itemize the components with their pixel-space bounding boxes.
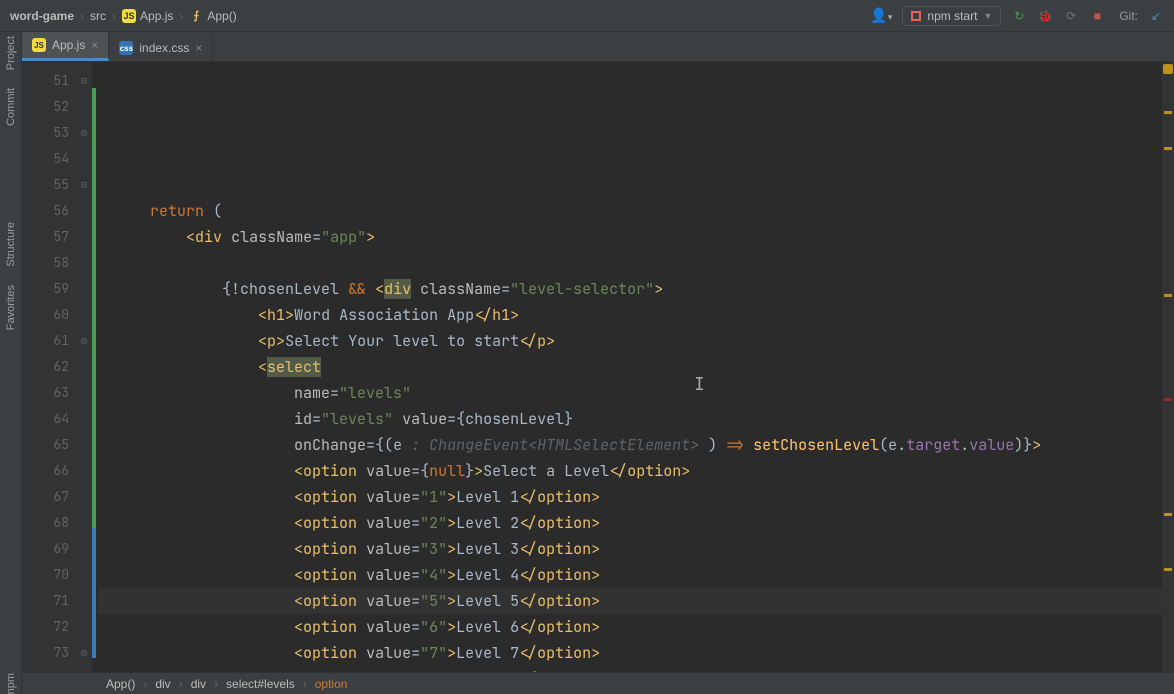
topbar: word-game › src › JS App.js › ⨍ App() 👤▾… [0,0,1174,32]
left-tool-strip: Project Commit Structure Favorites npm [0,32,22,694]
editor-tabs: JS App.js × css index.css × [0,32,1174,62]
close-icon[interactable]: × [195,41,202,55]
tab-app-js[interactable]: JS App.js × [22,32,109,61]
debug-icon[interactable]: 🐞 [1037,9,1053,23]
nav-file[interactable]: JS App.js [122,9,173,23]
bottom-breadcrumb: App()› div› div› select#levels› option [22,672,1174,694]
run-configuration-select[interactable]: npm start ▼ [902,6,1001,26]
js-file-icon: JS [122,9,136,23]
crumb-div2[interactable]: div [191,677,206,691]
add-user-icon[interactable]: 👤▾ [870,7,892,24]
panel-npm[interactable]: npm [5,673,17,694]
stop-icon[interactable]: ■ [1089,9,1105,23]
npm-icon [911,11,921,21]
panel-project[interactable]: Project [5,36,17,70]
nav-function[interactable]: ⨍ App() [189,9,236,23]
nav-folder[interactable]: src [90,9,106,23]
function-icon: ⨍ [189,9,203,23]
close-icon[interactable]: × [91,38,98,52]
css-file-icon: css [119,41,133,55]
panel-commit[interactable]: Commit [5,88,17,126]
chevron-right-icon: › [80,9,84,23]
rerun-icon[interactable]: ↻ [1011,9,1027,23]
git-update-icon[interactable]: ↙ [1148,9,1164,23]
run-coverage-icon[interactable]: ⟳ [1063,9,1079,23]
crumb-select[interactable]: select#levels [226,677,295,691]
panel-favorites[interactable]: Favorites [5,285,17,330]
nav-project[interactable]: word-game [10,9,74,23]
js-file-icon: JS [32,38,46,52]
tab-index-css[interactable]: css index.css × [109,35,213,61]
inspection-status-icon[interactable] [1163,64,1173,74]
crumb-div1[interactable]: div [155,677,170,691]
crumb-fn[interactable]: App() [106,677,135,691]
crumb-option[interactable]: option [315,677,348,691]
nav-breadcrumb: word-game › src › JS App.js › ⨍ App() [10,9,870,23]
editor[interactable]: 51⊟5253⊟5455⊟565758596061⊟62636465666768… [22,62,1174,672]
run-config-label: npm start [927,9,977,23]
right-marker-gutter[interactable] [1162,62,1174,672]
tab-label: index.css [139,41,189,55]
tab-label: App.js [52,38,85,52]
toolbar-controls: 👤▾ npm start ▼ ↻ 🐞 ⟳ ■ Git: ↙ [870,6,1164,26]
chevron-right-icon: › [179,9,183,23]
code-area[interactable]: I return ( <div className="app"> {!chose… [98,62,1162,672]
panel-structure[interactable]: Structure [5,222,17,267]
chevron-down-icon: ▼ [983,11,992,21]
chevron-right-icon: › [112,9,116,23]
git-label: Git: [1119,9,1138,23]
line-number-gutter[interactable]: 51⊟5253⊟5455⊟565758596061⊟62636465666768… [22,62,92,672]
